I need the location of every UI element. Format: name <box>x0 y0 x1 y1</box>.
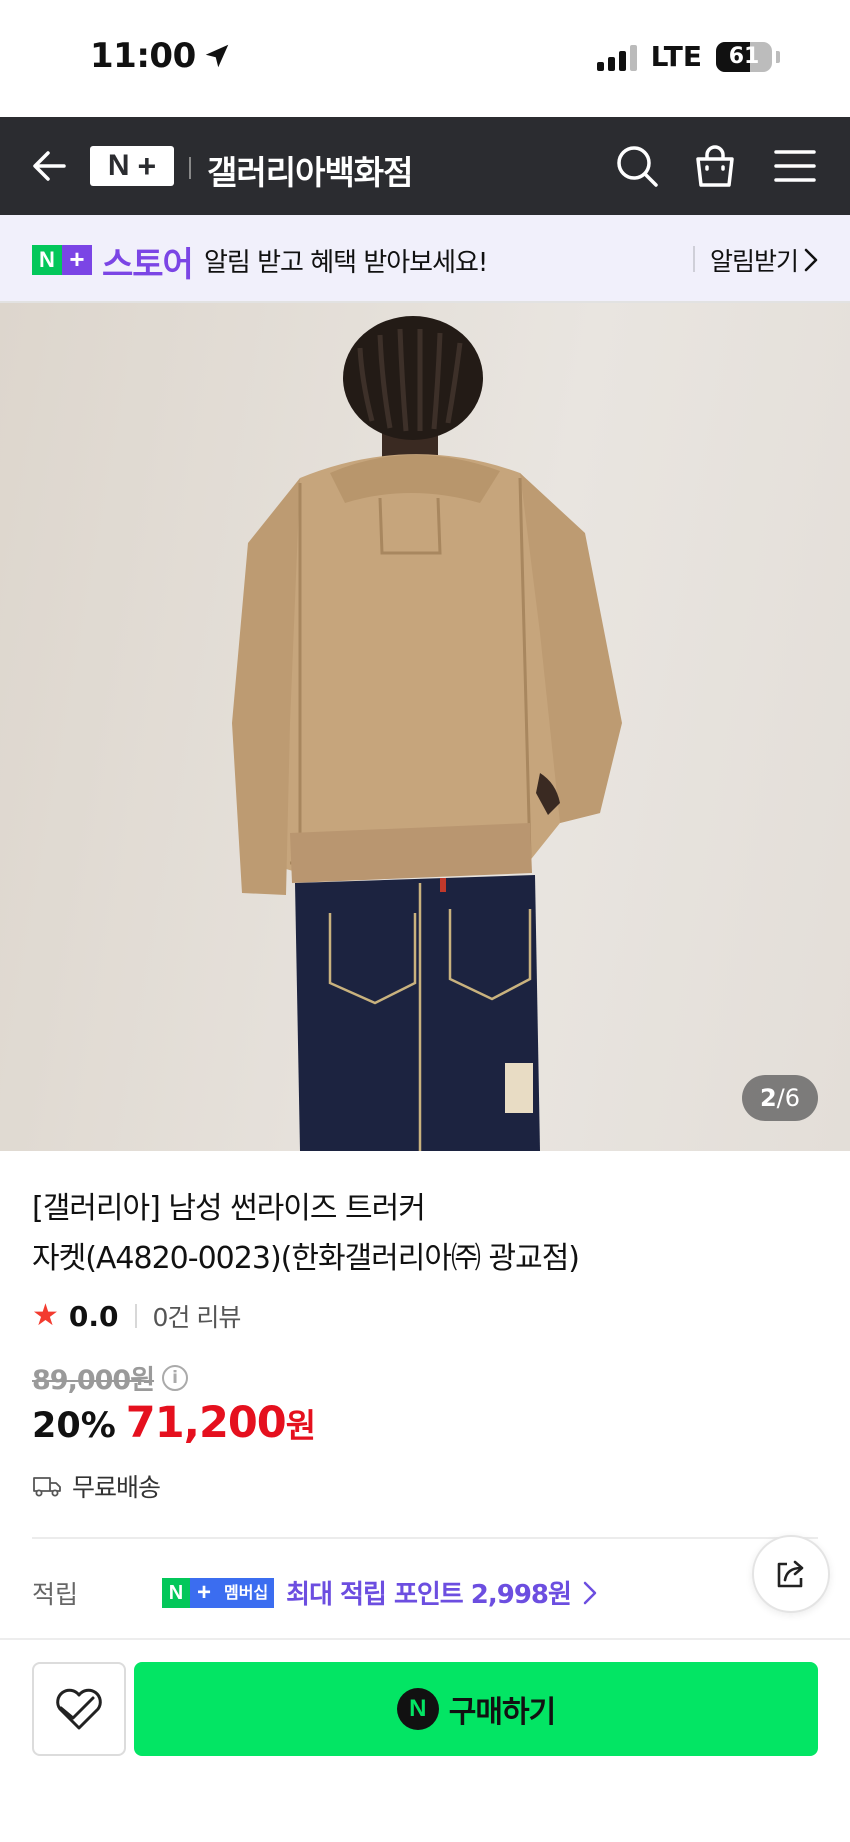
star-icon: ★ <box>32 1298 59 1333</box>
rating-value: 0.0 <box>68 1299 119 1333</box>
badge-plus: + <box>62 245 92 275</box>
purchase-bar: N 구매하기 <box>0 1638 850 1842</box>
discount-rate: 20% <box>32 1406 116 1446</box>
banner-divider <box>693 246 695 272</box>
app-header: N + 갤러리아백화점 <box>0 117 850 215</box>
chevron-right-icon <box>583 1581 597 1604</box>
heart-check-icon <box>56 1688 102 1730</box>
share-button[interactable] <box>752 1535 830 1613</box>
shipping-info: 무료배송 <box>32 1468 161 1504</box>
section-divider <box>32 1537 818 1539</box>
image-total: 6 <box>784 1084 801 1112</box>
image-current: 2 <box>759 1084 777 1112</box>
sale-price: 71,200 <box>125 1398 287 1448</box>
product-title-line1: [갤러리아] 남성 썬라이즈 트러커 <box>32 1191 426 1226</box>
store-title[interactable]: 갤러리아백화점 <box>207 146 414 194</box>
max-points-text: 최대 적립 포인트 2,998원 <box>286 1580 572 1610</box>
member-badge-n: N <box>162 1577 190 1608</box>
original-price: 89,000원 i <box>32 1358 189 1397</box>
shipping-text: 무료배송 <box>72 1473 161 1502</box>
battery-cap <box>776 50 780 63</box>
product-photo-jacket-back <box>232 316 622 1151</box>
share-icon <box>777 1560 804 1588</box>
points-label: 적립 <box>32 1580 79 1609</box>
signal-icon <box>596 43 637 71</box>
sale-price-unit: 원 <box>285 1406 317 1445</box>
banner-message: 알림 받고 혜택 받아보세요! <box>204 248 488 278</box>
rating-summary: ★ 0.0 0건 리뷰 <box>32 1298 242 1334</box>
status-bar: 11:00 LTE 61 <box>0 0 850 117</box>
network-type: LTE <box>650 40 702 73</box>
member-badge-text: 멤버십 <box>218 1577 275 1608</box>
shopping-bag-icon[interactable] <box>692 143 738 189</box>
location-arrow-icon <box>205 44 228 68</box>
delivery-truck-icon <box>33 1477 61 1497</box>
battery-icon: 61 <box>716 41 772 72</box>
product-title: [갤러리아] 남성 썬라이즈 트러커 자켓(A4820-0023)(한화갤러리아… <box>32 1184 672 1284</box>
notification-subscribe-button[interactable]: 알림받기 <box>710 242 818 278</box>
menu-icon[interactable] <box>772 143 818 189</box>
naver-plus-logo[interactable]: N + <box>90 146 174 186</box>
header-divider <box>189 157 191 179</box>
status-time: 11:00 <box>90 36 232 76</box>
badge-n: N <box>32 245 62 275</box>
wishlist-button[interactable] <box>32 1662 126 1756</box>
review-count-link[interactable]: 0건 리뷰 <box>153 1298 242 1334</box>
back-arrow-icon[interactable] <box>28 145 70 187</box>
info-icon[interactable]: i <box>162 1364 189 1391</box>
membership-points-link[interactable]: N + 멤버십 최대 적립 포인트 2,998원 <box>162 1574 597 1611</box>
naver-plus-membership-badge: N + 멤버십 <box>162 1577 275 1608</box>
rating-divider <box>134 1304 137 1328</box>
buy-button[interactable]: N 구매하기 <box>134 1662 818 1756</box>
logo-n: N <box>107 149 130 182</box>
battery-level: 61 <box>728 43 760 69</box>
chevron-right-icon <box>804 248 818 272</box>
image-separator: / <box>776 1084 785 1112</box>
logo-plus: + <box>137 147 157 184</box>
image-counter: 2/6 <box>742 1075 818 1121</box>
naver-pay-icon: N <box>396 1688 439 1730</box>
product-image-carousel[interactable]: 2/6 <box>0 303 850 1151</box>
clock: 11:00 <box>90 36 196 76</box>
subscribe-label: 알림받기 <box>710 247 799 276</box>
member-badge-plus: + <box>190 1577 218 1608</box>
naver-plus-store-badge: N + <box>32 245 92 275</box>
original-price-value: 89,000원 <box>32 1365 155 1396</box>
store-notification-banner: N + 스토어 알림 받고 혜택 받아보세요! 알림받기 <box>0 215 850 303</box>
buy-label: 구매하기 <box>448 1695 556 1730</box>
store-name: 스토어 <box>102 245 194 285</box>
sale-price-row: 20% 71,200 원 <box>32 1398 316 1448</box>
status-indicators: LTE 61 <box>596 40 780 73</box>
product-title-line2: 자켓(A4820-0023)(한화갤러리아㈜ 광교점) <box>32 1241 580 1276</box>
search-icon[interactable] <box>614 143 660 189</box>
